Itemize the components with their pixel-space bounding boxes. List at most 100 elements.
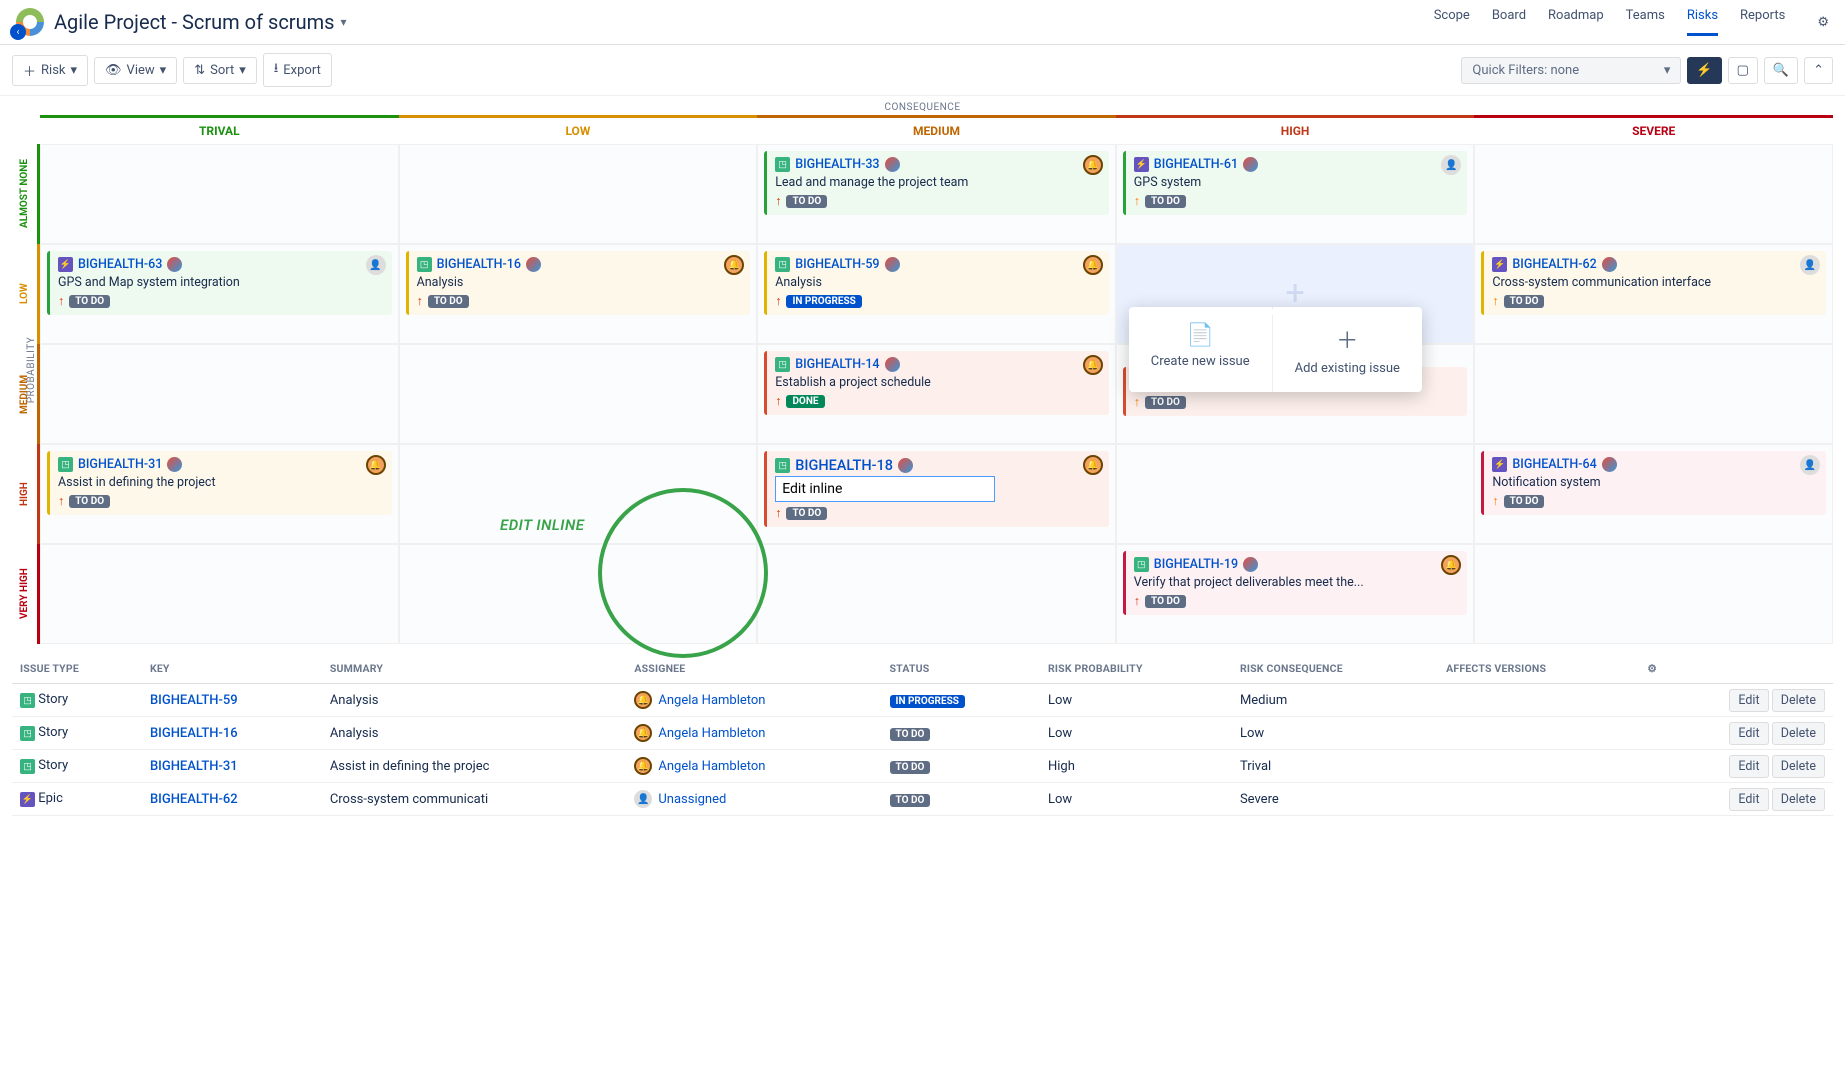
card-bighealth-59[interactable]: 🔔 ◳BIGHEALTH-59 Analysis ↑IN PROGRESS <box>764 251 1109 315</box>
avatar[interactable]: 🔔 <box>1083 455 1103 475</box>
th-settings[interactable]: ⚙ <box>1639 654 1833 684</box>
gear-icon[interactable]: ⚙ <box>1817 15 1829 30</box>
cell[interactable] <box>399 144 758 244</box>
cell[interactable]: 🔔 ◳BIGHEALTH-14 Establish a project sche… <box>757 344 1116 444</box>
delete-button[interactable]: Delete <box>1772 722 1825 745</box>
card-bighealth-33[interactable]: 🔔 ◳BIGHEALTH-33 Lead and manage the proj… <box>764 151 1109 215</box>
table-row[interactable]: ◳ StoryBIGHEALTH-16Analysis🔔Angela Hambl… <box>12 717 1833 750</box>
card-bighealth-16[interactable]: 🔔 ◳BIGHEALTH-16 Analysis ↑TO DO <box>406 251 751 315</box>
cell[interactable]: 👤 ⚡BIGHEALTH-63 GPS and Map system integ… <box>40 244 399 344</box>
cell[interactable] <box>40 344 399 444</box>
risk-button[interactable]: ＋Risk▾ <box>12 55 88 86</box>
cell[interactable]: 🔔 ◳BIGHEALTH-18 ↑TO DO <box>757 444 1116 544</box>
th-probability[interactable]: RISK PROBABILITY <box>1040 654 1232 684</box>
th-summary[interactable]: SUMMARY <box>322 654 627 684</box>
nav-teams[interactable]: Teams <box>1626 8 1665 36</box>
table-row[interactable]: ◳ StoryBIGHEALTH-59Analysis🔔Angela Hambl… <box>12 684 1833 717</box>
th-issue-type[interactable]: ISSUE TYPE <box>12 654 142 684</box>
nav-reports[interactable]: Reports <box>1740 8 1785 36</box>
cell[interactable]: 🔔 ◳BIGHEALTH-16 Analysis ↑TO DO <box>399 244 758 344</box>
cell[interactable] <box>399 544 758 644</box>
issue-key[interactable]: BIGHEALTH-33 <box>795 157 879 172</box>
th-status[interactable]: STATUS <box>882 654 1040 684</box>
view-button[interactable]: 👁View▾ <box>94 57 177 84</box>
card-bighealth-64[interactable]: 👤 ⚡BIGHEALTH-64 Notification system ↑TO … <box>1481 451 1826 515</box>
avatar[interactable]: 🔔 <box>366 455 386 475</box>
nav-board[interactable]: Board <box>1492 8 1526 36</box>
avatar[interactable]: 🔔 <box>724 255 744 275</box>
card-bighealth-31[interactable]: 🔔 ◳BIGHEALTH-31 Assist in defining the p… <box>47 451 392 515</box>
issue-key[interactable]: BIGHEALTH-61 <box>1154 157 1238 172</box>
issue-key[interactable]: BIGHEALTH-19 <box>1154 557 1238 572</box>
issue-key[interactable]: BIGHEALTH-16 <box>437 257 521 272</box>
bolt-icon[interactable]: ⚡ <box>1687 57 1721 84</box>
cell-assignee[interactable]: 👤Unassigned <box>626 783 881 816</box>
edit-button[interactable]: Edit <box>1729 755 1768 778</box>
add-existing-issue-button[interactable]: ＋ Add existing issue <box>1272 307 1422 392</box>
delete-button[interactable]: Delete <box>1772 788 1825 811</box>
cell-dropzone[interactable]: + 📄 Create new issue ＋ Add existing issu… <box>1116 244 1475 344</box>
back-icon[interactable]: ‹ <box>10 24 26 40</box>
search-icon[interactable]: 🔍 <box>1764 57 1798 84</box>
card-bighealth-19[interactable]: 🔔 ◳BIGHEALTH-19 Verify that project deli… <box>1123 551 1468 615</box>
issue-key[interactable]: BIGHEALTH-18 <box>795 457 893 474</box>
export-button[interactable]: ⭳Export <box>263 53 332 87</box>
avatar[interactable]: 🔔 <box>1083 255 1103 275</box>
th-key[interactable]: KEY <box>142 654 322 684</box>
cell-key[interactable]: BIGHEALTH-16 <box>142 717 322 750</box>
cell[interactable]: 🔔 ◳BIGHEALTH-59 Analysis ↑IN PROGRESS <box>757 244 1116 344</box>
cell-assignee[interactable]: 🔔Angela Hambleton <box>626 684 881 717</box>
create-new-issue-button[interactable]: 📄 Create new issue <box>1129 307 1272 392</box>
card-bighealth-62[interactable]: 👤 ⚡BIGHEALTH-62 Cross-system communicati… <box>1481 251 1826 315</box>
cell[interactable]: 👤 ⚡BIGHEALTH-62 Cross-system communicati… <box>1474 244 1833 344</box>
cell[interactable] <box>757 544 1116 644</box>
issue-key[interactable]: BIGHEALTH-31 <box>78 457 162 472</box>
cell[interactable] <box>1474 544 1833 644</box>
nav-risks[interactable]: Risks <box>1687 8 1718 36</box>
avatar[interactable]: 👤 <box>1800 455 1820 475</box>
avatar[interactable]: 👤 <box>366 255 386 275</box>
cell[interactable] <box>40 144 399 244</box>
nav-roadmap[interactable]: Roadmap <box>1548 8 1604 36</box>
cell[interactable] <box>40 544 399 644</box>
avatar[interactable]: 🔔 <box>1083 155 1103 175</box>
edit-button[interactable]: Edit <box>1729 788 1768 811</box>
cell-key[interactable]: BIGHEALTH-62 <box>142 783 322 816</box>
cell[interactable]: 👤 ⚡BIGHEALTH-61 GPS system ↑TO DO <box>1116 144 1475 244</box>
avatar[interactable]: 🔔 <box>1083 355 1103 375</box>
sort-button[interactable]: ⇅Sort▾ <box>183 57 257 84</box>
calendar-icon[interactable]: ▢ <box>1728 57 1758 84</box>
cell-key[interactable]: BIGHEALTH-59 <box>142 684 322 717</box>
issue-key[interactable]: BIGHEALTH-14 <box>795 357 879 372</box>
app-logo[interactable]: ‹ <box>16 8 44 36</box>
cell-key[interactable]: BIGHEALTH-31 <box>142 750 322 783</box>
issue-key[interactable]: BIGHEALTH-62 <box>1512 257 1596 272</box>
cell[interactable] <box>1116 444 1475 544</box>
issue-key[interactable]: BIGHEALTH-64 <box>1512 457 1596 472</box>
avatar[interactable]: 👤 <box>1800 255 1820 275</box>
edit-button[interactable]: Edit <box>1729 689 1768 712</box>
delete-button[interactable]: Delete <box>1772 755 1825 778</box>
delete-button[interactable]: Delete <box>1772 689 1825 712</box>
th-assignee[interactable]: ASSIGNEE <box>626 654 881 684</box>
page-title[interactable]: Agile Project - Scrum of scrums ▾ <box>54 10 346 34</box>
edit-button[interactable]: Edit <box>1729 722 1768 745</box>
cell[interactable] <box>1474 344 1833 444</box>
collapse-icon[interactable]: ⌃ <box>1804 57 1833 84</box>
cell-assignee[interactable]: 🔔Angela Hambleton <box>626 717 881 750</box>
th-consequence[interactable]: RISK CONSEQUENCE <box>1232 654 1438 684</box>
issue-key[interactable]: BIGHEALTH-63 <box>78 257 162 272</box>
cell[interactable]: 🔔 ◳BIGHEALTH-31 Assist in defining the p… <box>40 444 399 544</box>
card-bighealth-61[interactable]: 👤 ⚡BIGHEALTH-61 GPS system ↑TO DO <box>1123 151 1468 215</box>
cell-assignee[interactable]: 🔔Angela Hambleton <box>626 750 881 783</box>
avatar[interactable]: 👤 <box>1441 155 1461 175</box>
table-row[interactable]: ⚡ EpicBIGHEALTH-62Cross-system communica… <box>12 783 1833 816</box>
cell[interactable]: 🔔 ◳BIGHEALTH-33 Lead and manage the proj… <box>757 144 1116 244</box>
inline-edit-input[interactable] <box>775 476 995 502</box>
table-row[interactable]: ◳ StoryBIGHEALTH-31Assist in defining th… <box>12 750 1833 783</box>
issue-key[interactable]: BIGHEALTH-59 <box>795 257 879 272</box>
nav-scope[interactable]: Scope <box>1434 8 1470 36</box>
cell[interactable] <box>399 344 758 444</box>
th-affects-versions[interactable]: AFFECTS VERSIONS <box>1438 654 1639 684</box>
avatar[interactable]: 🔔 <box>1441 555 1461 575</box>
